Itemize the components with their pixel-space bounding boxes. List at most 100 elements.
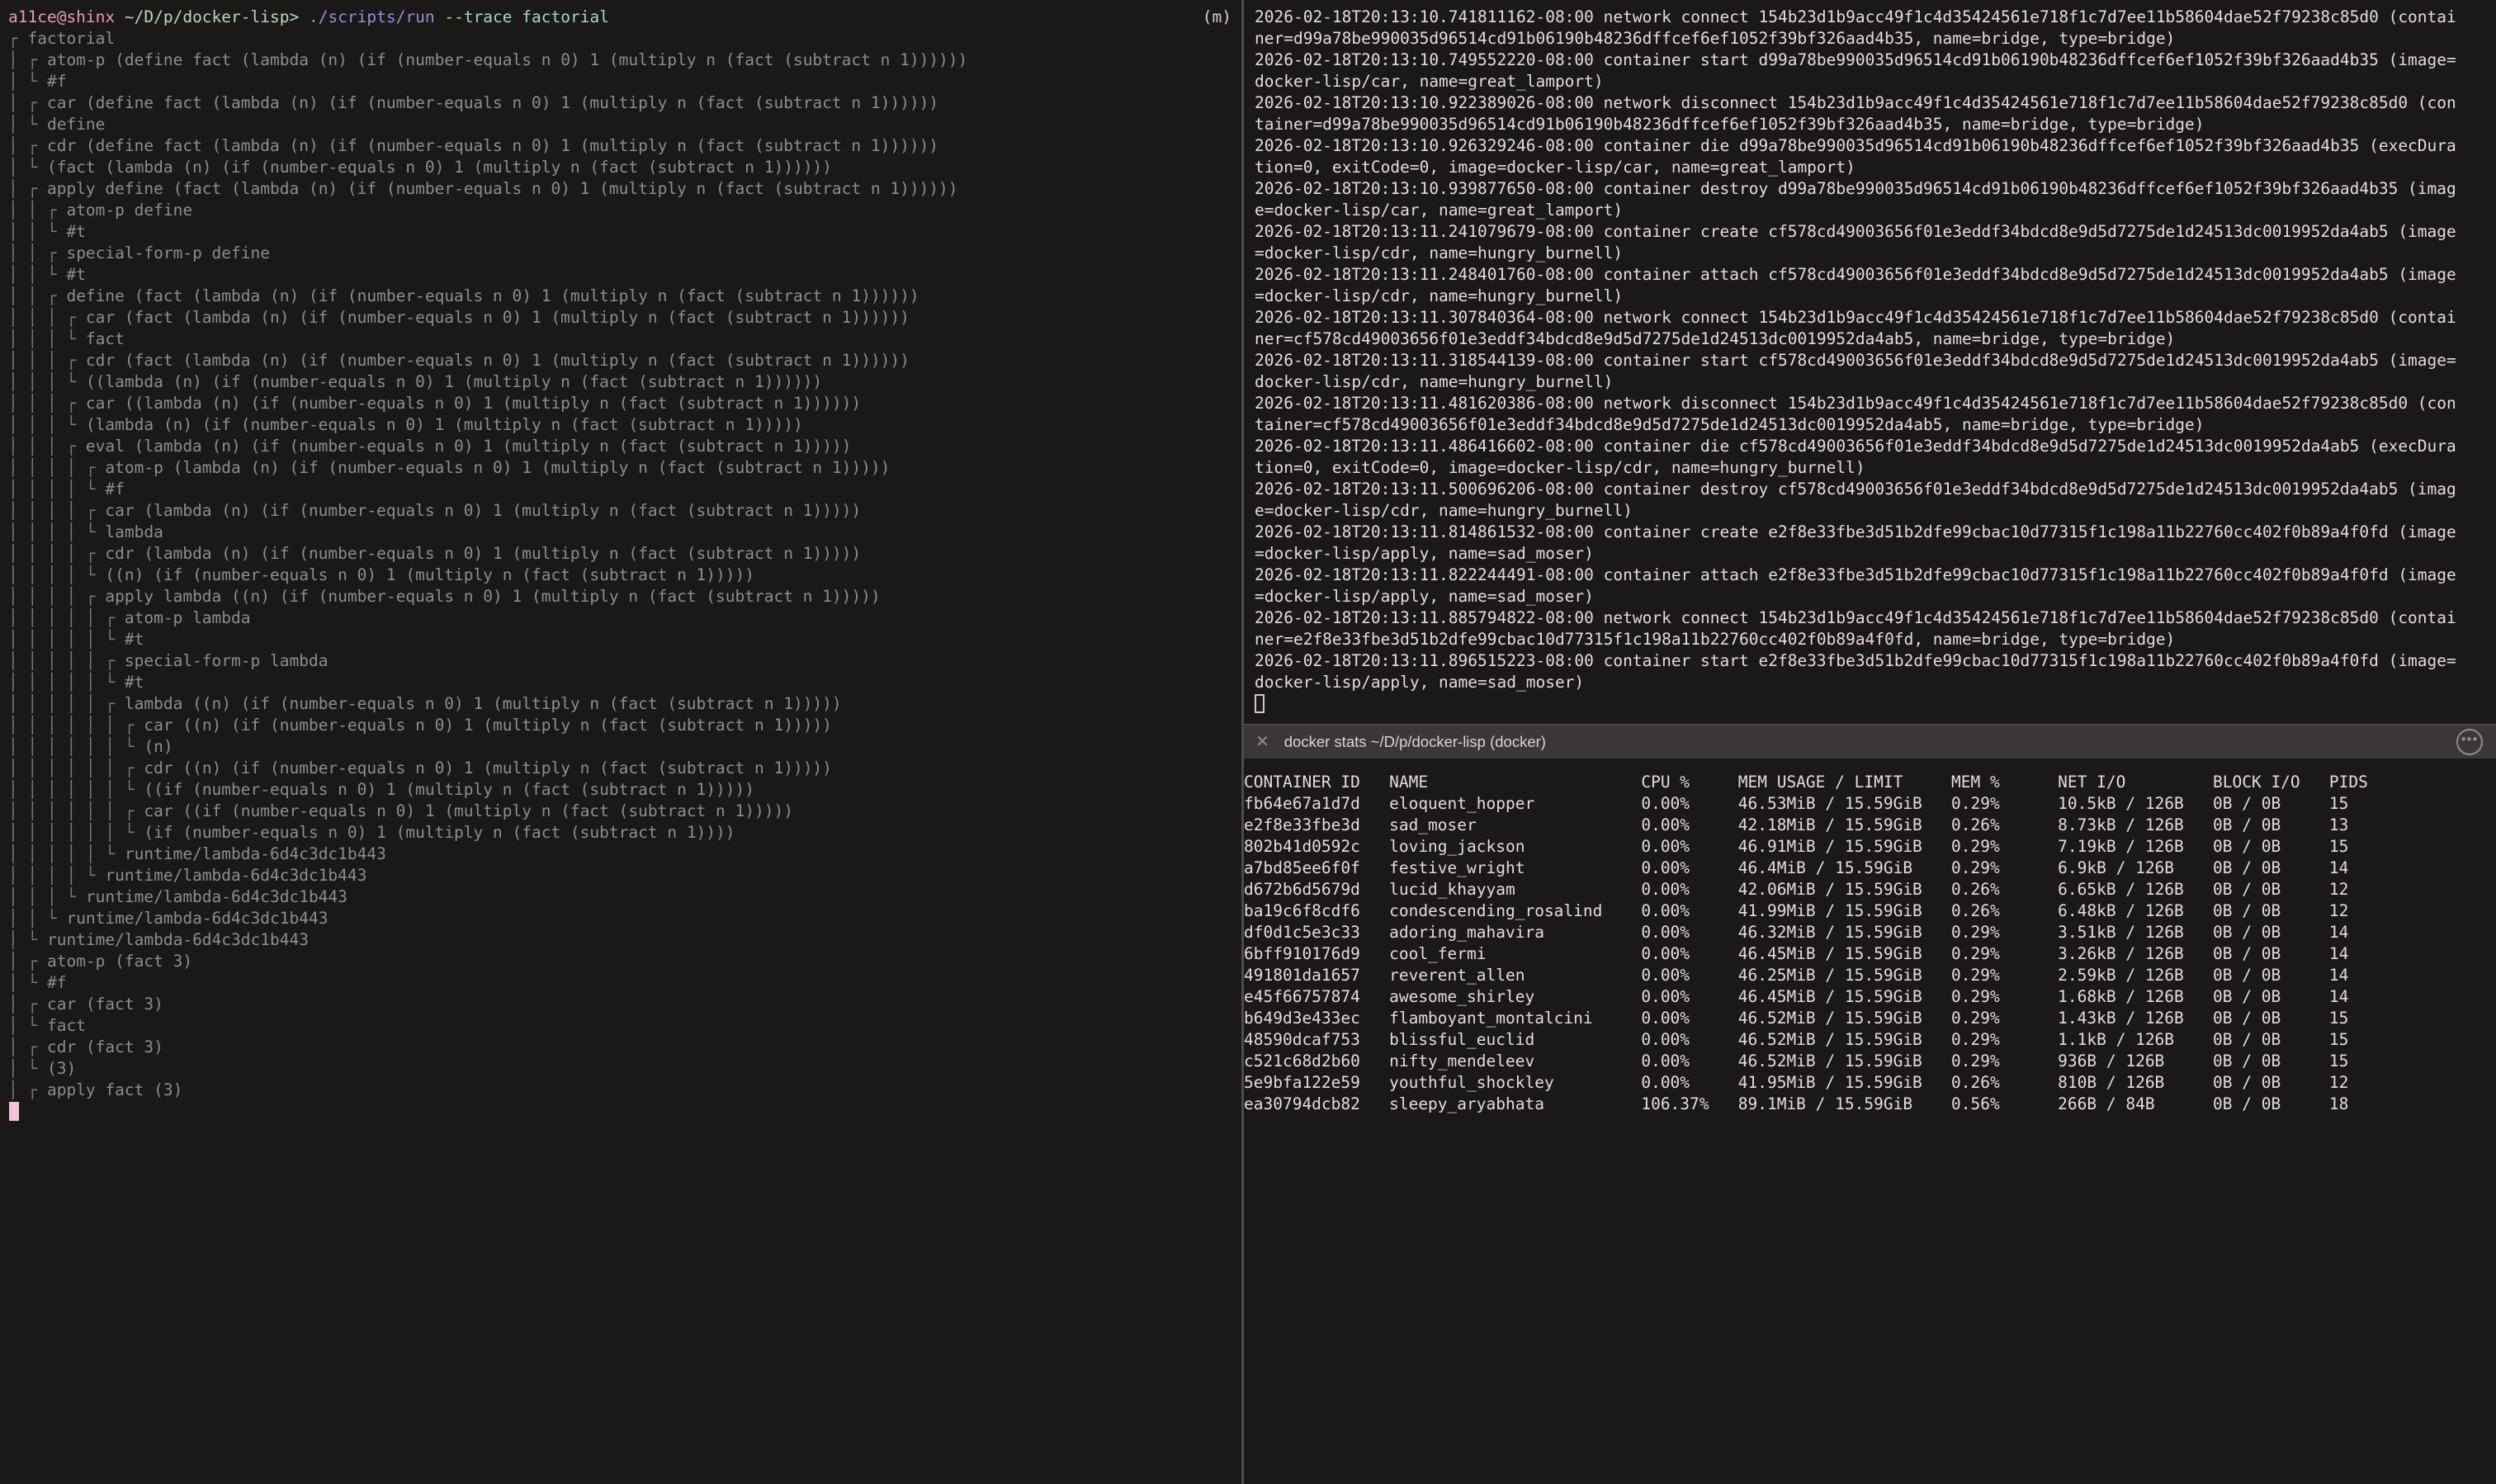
trace-line: │ │ │ │ │ │ ┌ car ((n) (if (number-equal… [8, 715, 1241, 736]
trace-line: │ ┌ atom-p (fact 3) [8, 951, 1241, 972]
trace-text: apply lambda ((n) (if (number-equals n 0… [105, 587, 880, 606]
trace-line: │ ┌ atom-p (define fact (lambda (n) (if … [8, 50, 1241, 71]
trace-text: atom-p define [66, 201, 192, 220]
tree-guide: │ └ [8, 1059, 47, 1078]
trace-text: #t [125, 630, 144, 649]
trace-line: │ │ │ └ runtime/lambda-6d4c3dc1b443 [8, 886, 1241, 908]
tree-guide: │ │ │ ┌ [8, 394, 86, 413]
trace-line: │ │ │ ┌ car ((lambda (n) (if (number-equ… [8, 393, 1241, 414]
trace-text: (fact (lambda (n) (if (number-equals n 0… [47, 158, 832, 177]
tree-guide: │ │ │ │ └ [8, 480, 105, 499]
trace-line: │ ┌ apply define (fact (lambda (n) (if (… [8, 178, 1241, 200]
trace-line: │ │ │ ┌ car (fact (lambda (n) (if (numbe… [8, 307, 1241, 328]
tree-guide: │ │ │ │ │ │ └ [8, 780, 144, 799]
trace-text: #t [66, 222, 85, 241]
tree-guide: │ │ │ ┌ [8, 351, 86, 370]
trace-line: │ │ │ │ │ └ runtime/lambda-6d4c3dc1b443 [8, 844, 1241, 865]
trace-line: │ ┌ cdr (fact 3) [8, 1037, 1241, 1058]
trace-line: │ └ define [8, 114, 1241, 135]
trace-line: │ │ ┌ special-form-p define [8, 243, 1241, 264]
trace-text: car (fact 3) [47, 995, 163, 1014]
tree-guide: │ ┌ [8, 1037, 47, 1056]
tree-guide: │ │ │ │ ┌ [8, 458, 105, 477]
trace-text: runtime/lambda-6d4c3dc1b443 [86, 887, 347, 906]
trace-text: (n) [144, 737, 173, 756]
trace-text: ((n) (if (number-equals n 0) 1 (multiply… [105, 565, 754, 584]
trace-text: apply define (fact (lambda (n) (if (numb… [47, 179, 958, 198]
docker-event-line: 2026-02-18T20:13:11.248401760-08:00 cont… [1255, 264, 2456, 307]
trace-terminal-pane[interactable]: a11ce@shinx ~/D/p/docker-lisp> ./scripts… [0, 0, 1241, 1484]
tree-guide: │ │ │ │ │ │ └ [8, 737, 144, 756]
docker-event-line: 2026-02-18T20:13:11.486416602-08:00 cont… [1255, 436, 2456, 479]
trace-output: ┌ factorial│ ┌ atom-p (define fact (lamb… [8, 28, 1241, 1101]
tree-guide: │ └ [8, 930, 47, 949]
docker-event-line: 2026-02-18T20:13:11.318544139-08:00 cont… [1255, 350, 2456, 393]
stats-row: 491801da1657 reverent_allen 0.00% 46.25M… [1244, 965, 2496, 986]
trace-text: lambda [105, 522, 163, 541]
trace-text: car ((lambda (n) (if (number-equals n 0)… [86, 394, 861, 413]
stats-row: b649d3e433ec flamboyant_montalcini 0.00%… [1244, 1008, 2496, 1029]
trace-text: (3) [47, 1059, 76, 1078]
trace-line: │ │ ┌ define (fact (lambda (n) (if (numb… [8, 286, 1241, 307]
docker-event-line: 2026-02-18T20:13:11.896515223-08:00 cont… [1255, 650, 2456, 693]
docker-event-line: 2026-02-18T20:13:11.241079679-08:00 cont… [1255, 221, 2456, 264]
prompt-args: --trace factorial [444, 7, 609, 26]
trace-text: runtime/lambda-6d4c3dc1b443 [125, 844, 386, 863]
tree-guide: │ │ ┌ [8, 243, 66, 262]
trace-text: special-form-p lambda [125, 651, 329, 670]
stats-row: df0d1c5e3c33 adoring_mahavira 0.00% 46.3… [1244, 922, 2496, 943]
trace-text: apply fact (3) [47, 1080, 182, 1099]
tree-guide: │ │ │ └ [8, 415, 86, 434]
tree-guide: ┌ [8, 29, 27, 48]
docker-event-line: 2026-02-18T20:13:10.926329246-08:00 cont… [1255, 135, 2456, 178]
trace-text: atom-p (lambda (n) (if (number-equals n … [105, 458, 890, 477]
trace-text: car (lambda (n) (if (number-equals n 0) … [105, 501, 861, 520]
trace-line: │ ┌ cdr (define fact (lambda (n) (if (nu… [8, 135, 1241, 157]
docker-event-line: 2026-02-18T20:13:11.481620386-08:00 netw… [1255, 393, 2456, 436]
tmux-screen: a11ce@shinx ~/D/p/docker-lisp> ./scripts… [0, 0, 2496, 1484]
trace-line: │ ┌ car (fact 3) [8, 994, 1241, 1015]
docker-events-log: 2026-02-18T20:13:10.741811162-08:00 netw… [1255, 7, 2456, 693]
left-cursor-row [8, 1101, 1241, 1122]
trace-line: │ │ │ │ │ ┌ special-form-p lambda [8, 650, 1241, 672]
pane-mode-indicator: (m) [1156, 7, 1231, 28]
trace-line: │ │ │ │ │ │ ┌ cdr ((n) (if (number-equal… [8, 758, 1241, 779]
stats-row: ea30794dcb82 sleepy_aryabhata 106.37% 89… [1244, 1094, 2496, 1115]
trace-line: │ │ │ ┌ cdr (fact (lambda (n) (if (numbe… [8, 350, 1241, 371]
tree-guide: │ └ [8, 72, 47, 91]
trace-text: lambda ((n) (if (number-equals n 0) 1 (m… [125, 694, 842, 713]
trace-text: eval (lambda (n) (if (number-equals n 0)… [86, 437, 851, 456]
tree-guide: │ │ │ │ │ ┌ [8, 694, 125, 713]
trace-text: cdr ((n) (if (number-equals n 0) 1 (mult… [144, 759, 832, 777]
trace-line: │ │ │ └ fact [8, 328, 1241, 350]
trace-line: │ │ └ runtime/lambda-6d4c3dc1b443 [8, 908, 1241, 929]
trace-line: │ │ │ │ ┌ apply lambda ((n) (if (number-… [8, 586, 1241, 607]
tree-guide: │ │ │ ┌ [8, 308, 86, 327]
tree-guide: │ └ [8, 973, 47, 992]
tree-guide: │ │ │ │ │ ┌ [8, 608, 125, 627]
trace-text: define (fact (lambda (n) (if (number-equ… [66, 286, 919, 305]
trace-line: │ │ │ │ │ │ └ ((if (number-equals n 0) 1… [8, 779, 1241, 801]
trace-line: │ │ │ │ ┌ atom-p (lambda (n) (if (number… [8, 457, 1241, 479]
trace-line: │ │ │ └ (lambda (n) (if (number-equals n… [8, 414, 1241, 436]
docker-event-line: 2026-02-18T20:13:11.822244491-08:00 cont… [1255, 565, 2456, 607]
trace-text: define [47, 115, 105, 134]
tree-guide: │ └ [8, 158, 47, 177]
trace-line: │ │ │ │ ┌ car (lambda (n) (if (number-eq… [8, 500, 1241, 522]
tree-guide: │ ┌ [8, 93, 47, 112]
trace-text: runtime/lambda-6d4c3dc1b443 [47, 930, 309, 949]
stats-titlebar[interactable]: ✕ docker stats ~/D/p/docker-lisp (docker… [1244, 724, 2496, 759]
stats-row: 5e9bfa122e59 youthful_shockley 0.00% 41.… [1244, 1072, 2496, 1094]
trace-text: fact [86, 329, 125, 348]
tree-guide: │ ┌ [8, 136, 47, 155]
stats-row: 6bff910176d9 cool_fermi 0.00% 46.45MiB /… [1244, 943, 2496, 965]
trace-text: #f [105, 480, 124, 499]
close-icon[interactable]: ✕ [1255, 731, 1269, 752]
trace-line: │ │ │ └ ((lambda (n) (if (number-equals … [8, 371, 1241, 393]
tree-guide: │ │ │ │ └ [8, 565, 105, 584]
stats-row: e2f8e33fbe3d sad_moser 0.00% 42.18MiB / … [1244, 815, 2496, 836]
ellipsis-menu-icon[interactable]: ••• [2456, 729, 2483, 755]
tree-guide: │ │ │ │ │ └ [8, 673, 125, 692]
docker-event-line: 2026-02-18T20:13:10.939877650-08:00 cont… [1255, 178, 2456, 221]
trace-text: ((lambda (n) (if (number-equals n 0) 1 (… [86, 372, 822, 391]
